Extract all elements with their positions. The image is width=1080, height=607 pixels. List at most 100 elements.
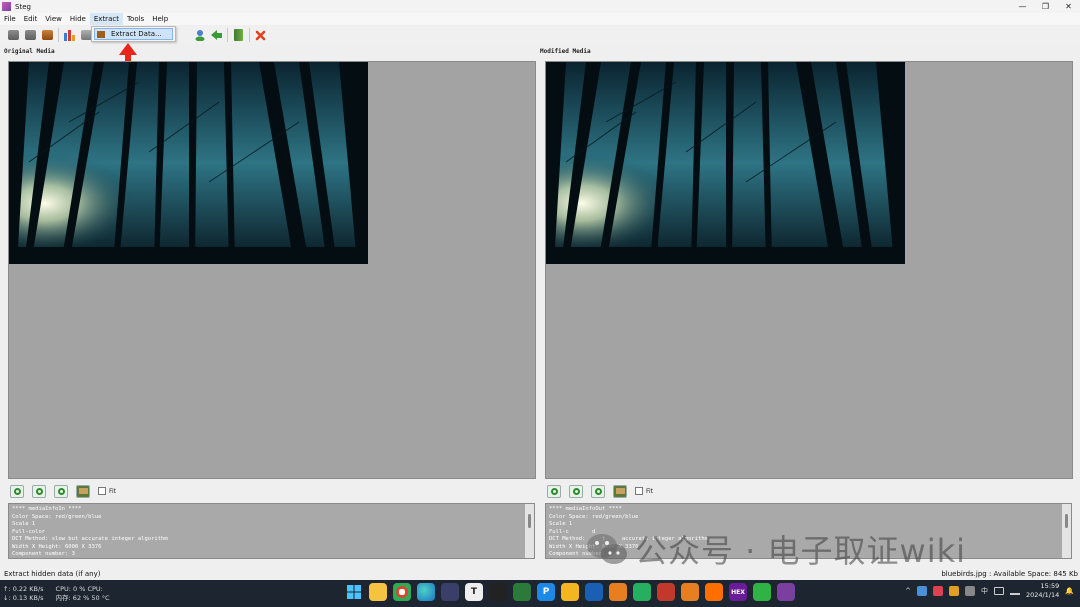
p-app-icon[interactable]: P bbox=[537, 583, 555, 601]
zoom-out-button[interactable] bbox=[32, 484, 46, 498]
steg-taskbar-icon[interactable] bbox=[777, 583, 795, 601]
original-media-info-box[interactable]: **** mediaInfoIn **** Color Space: red/g… bbox=[8, 503, 535, 559]
book-icon bbox=[234, 29, 243, 41]
zoom-reset-button[interactable] bbox=[591, 484, 605, 498]
zoom-in-button[interactable] bbox=[10, 484, 24, 498]
extract-data-menu-item[interactable]: Extract Data... bbox=[94, 28, 173, 40]
system-monitor: CPU: 0 % CPU: 内存: 62 % 50 °C bbox=[56, 585, 110, 603]
chrome-icon[interactable] bbox=[393, 583, 411, 601]
typora-icon[interactable]: T bbox=[465, 583, 483, 601]
wifi-icon[interactable] bbox=[1009, 587, 1020, 595]
new-file-icon bbox=[8, 30, 19, 40]
menu-file[interactable]: File bbox=[0, 13, 20, 25]
book-button[interactable] bbox=[232, 29, 245, 42]
zoom-in-button[interactable] bbox=[547, 484, 561, 498]
save-icon bbox=[42, 30, 53, 40]
menu-help[interactable]: Help bbox=[148, 13, 172, 25]
tray-app-icon[interactable] bbox=[964, 586, 975, 596]
zoom-in-icon bbox=[13, 487, 21, 495]
new-file-button[interactable] bbox=[7, 29, 20, 42]
green-app-icon[interactable] bbox=[513, 583, 531, 601]
wechat-logo-icon bbox=[587, 534, 627, 564]
original-media-view bbox=[8, 61, 536, 479]
fit-label: Fit bbox=[109, 487, 117, 495]
memory-usage: 内存: 62 % 50 °C bbox=[55, 593, 110, 602]
minimize-button[interactable]: — bbox=[1011, 0, 1034, 13]
info-scrollbar[interactable] bbox=[525, 504, 534, 558]
back-button[interactable] bbox=[210, 29, 223, 42]
orange-app-icon[interactable] bbox=[681, 583, 699, 601]
fit-checkbox[interactable] bbox=[635, 487, 643, 495]
clock[interactable]: 15:59 2024/1/14 bbox=[1026, 582, 1059, 600]
open-button[interactable] bbox=[24, 29, 37, 42]
network-speed: ↑: 0.22 KB/s ↓: 0.13 KB/s bbox=[3, 585, 44, 603]
battery-icon[interactable] bbox=[993, 587, 1004, 595]
image-icon bbox=[78, 488, 88, 494]
view-image-button[interactable] bbox=[613, 484, 627, 498]
menu-tools[interactable]: Tools bbox=[123, 13, 148, 25]
toolbar-separator bbox=[227, 28, 228, 42]
start-button[interactable] bbox=[345, 583, 363, 601]
steg-app-icon bbox=[2, 2, 11, 11]
menu-bar: File Edit View Hide Extract Tools Help bbox=[0, 13, 1080, 25]
info-scrollbar[interactable] bbox=[1062, 504, 1071, 558]
forest-photo-modified bbox=[546, 62, 905, 264]
taskbar-apps: T P HEX bbox=[345, 583, 795, 601]
red-diamond-app-icon[interactable] bbox=[657, 583, 675, 601]
back-arrow-icon bbox=[211, 30, 222, 40]
title-bar: Steg — ❐ ✕ bbox=[0, 0, 1080, 13]
search-app-icon[interactable] bbox=[609, 583, 627, 601]
qq-icon[interactable] bbox=[489, 583, 507, 601]
tray-app-icon[interactable] bbox=[916, 586, 927, 596]
forest-photo-original bbox=[9, 62, 368, 264]
hex-editor-icon[interactable]: HEX bbox=[729, 583, 747, 601]
cloud-app-icon[interactable] bbox=[633, 583, 651, 601]
view-image-button[interactable] bbox=[76, 484, 90, 498]
clock-date: 2024/1/14 bbox=[1025, 591, 1060, 599]
maximize-button[interactable]: ❐ bbox=[1034, 0, 1057, 13]
wechat-icon[interactable] bbox=[753, 583, 771, 601]
flame-app-icon[interactable] bbox=[705, 583, 723, 601]
windows-logo-icon bbox=[347, 585, 361, 599]
close-x-icon bbox=[255, 30, 266, 40]
user-icon bbox=[195, 30, 204, 41]
histogram-button[interactable] bbox=[63, 29, 76, 42]
ime-indicator[interactable]: 中 bbox=[981, 586, 988, 596]
close-button[interactable]: ✕ bbox=[1057, 0, 1080, 13]
cat-app-icon[interactable] bbox=[561, 583, 579, 601]
clock-time: 15:59 bbox=[1040, 582, 1060, 590]
menu-extract[interactable]: Extract bbox=[89, 13, 123, 25]
status-message: Extract hidden data (if any) bbox=[4, 570, 101, 578]
extract-icon bbox=[97, 30, 105, 38]
stop-button[interactable] bbox=[254, 29, 267, 42]
zoom-out-button[interactable] bbox=[569, 484, 583, 498]
pen-app-icon[interactable] bbox=[441, 583, 459, 601]
modified-zoom-bar: Fit bbox=[547, 484, 653, 498]
windows-taskbar: ↑: 0.22 KB/s ↓: 0.13 KB/s CPU: 0 % CPU: … bbox=[0, 580, 1080, 607]
zoom-reset-button[interactable] bbox=[54, 484, 68, 498]
fit-label: Fit bbox=[646, 487, 654, 495]
system-tray: ^ 中 15:59 2024/1/14 🔔 bbox=[905, 582, 1074, 600]
tray-app-icon[interactable] bbox=[932, 586, 943, 596]
user-button[interactable] bbox=[193, 29, 206, 42]
fit-checkbox[interactable] bbox=[98, 487, 106, 495]
menu-hide[interactable]: Hide bbox=[66, 13, 90, 25]
menu-edit[interactable]: Edit bbox=[20, 13, 42, 25]
histogram-icon bbox=[64, 29, 75, 41]
zoom-reset-icon bbox=[594, 487, 602, 495]
shield-app-icon[interactable] bbox=[585, 583, 603, 601]
cpu-usage: CPU: 0 % CPU: bbox=[55, 584, 103, 593]
watermark: 公众号 · 电子取证wiki bbox=[585, 525, 1045, 573]
menu-view[interactable]: View bbox=[41, 13, 66, 25]
net-download: ↓: 0.13 KB/s bbox=[3, 593, 44, 602]
notification-bell-icon[interactable]: 🔔 bbox=[1065, 587, 1074, 595]
status-available-space: bluebirds.jpg : Available Space: 845 Kb bbox=[941, 570, 1078, 578]
open-icon bbox=[25, 30, 36, 40]
edge-icon[interactable] bbox=[417, 583, 435, 601]
status-bar: Extract hidden data (if any) bluebirds.j… bbox=[0, 568, 1080, 580]
tray-chevron-icon[interactable]: ^ bbox=[905, 587, 911, 595]
file-explorer-icon[interactable] bbox=[369, 583, 387, 601]
save-button[interactable] bbox=[41, 29, 54, 42]
tray-app-icon[interactable] bbox=[948, 586, 959, 596]
zoom-out-icon bbox=[35, 487, 43, 495]
